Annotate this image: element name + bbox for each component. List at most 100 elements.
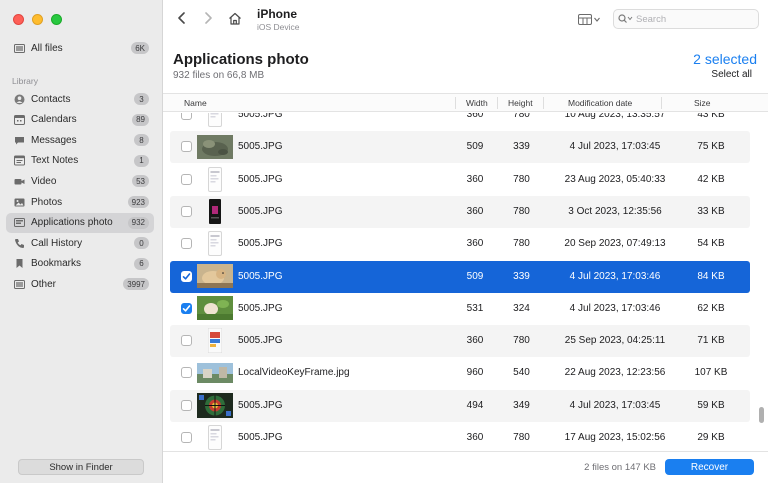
table-row[interactable]: 5005.JPG 360 780 25 Sep 2023, 04:25:11 71 KB	[170, 325, 750, 358]
row-checkbox[interactable]	[181, 113, 192, 120]
message-icon	[14, 135, 25, 146]
column-header-modification-date[interactable]: Modification date	[568, 98, 632, 108]
file-width: 531	[466, 302, 484, 314]
file-width: 960	[466, 367, 484, 379]
sidebar: All files 6K Library Contacts 3 Calendars 8…	[0, 0, 163, 483]
view-mode-button[interactable]	[578, 12, 604, 26]
file-height: 780	[513, 173, 530, 185]
row-checkbox[interactable]	[181, 399, 192, 411]
table-row[interactable]: 5005.JPG 360 780 23 Aug 2023, 05:40:33 42 KB	[170, 164, 750, 196]
sidebar-item-photos[interactable]: Photos 923	[6, 192, 154, 212]
column-header-size[interactable]: Size	[694, 98, 711, 108]
maximize-window-button[interactable]	[51, 14, 62, 25]
table-row[interactable]: 5005.JPG 509 339 4 Jul 2023, 17:03:45 75 KB	[170, 131, 750, 164]
sidebar-item-label: All files	[31, 42, 63, 54]
table-row[interactable]: 5005.JPG 360 780 20 Sep 2023, 07:49:13 54 KB	[170, 228, 750, 260]
sidebar-item-contacts[interactable]: Contacts 3	[6, 89, 154, 109]
file-modification-date: 22 Aug 2023, 12:23:56	[564, 367, 666, 379]
row-checkbox[interactable]	[181, 205, 192, 217]
count-badge: 6	[134, 257, 149, 270]
file-size: 43 KB	[697, 113, 725, 120]
file-name: 5005.JPG	[238, 238, 283, 250]
close-window-button[interactable]	[13, 14, 24, 25]
count-badge: 53	[132, 175, 149, 188]
file-size: 62 KB	[697, 302, 725, 314]
table-row[interactable]: 5005.JPG 360 780 10 Aug 2023, 13:35:57 43 KB	[170, 113, 750, 131]
count-badge: 923	[127, 196, 149, 208]
sidebar-item-label: Text Notes	[31, 155, 79, 167]
row-checkbox[interactable]	[181, 302, 192, 314]
table-row[interactable]: LocalVideoKeyFrame.jpg 960 540 22 Aug 2023,…	[170, 357, 750, 389]
count-badge: 0	[134, 237, 149, 250]
sidebar-item-calendars[interactable]: Calendars 89	[6, 110, 154, 130]
note-icon	[14, 155, 25, 166]
minimize-window-button[interactable]	[32, 14, 43, 25]
table-header: Name Width Height Modification date Size	[163, 93, 768, 112]
file-thumbnail	[197, 264, 233, 289]
row-checkbox[interactable]	[181, 270, 192, 282]
show-in-finder-button[interactable]: Show in Finder	[18, 459, 144, 475]
file-modification-date: 3 Oct 2023, 12:35:56	[568, 205, 662, 217]
photo-icon	[14, 197, 25, 208]
home-button[interactable]	[227, 10, 243, 26]
sidebar-item-video[interactable]: Video 53	[6, 171, 154, 191]
file-thumbnail	[197, 328, 233, 354]
file-height: 780	[513, 205, 530, 217]
row-checkbox[interactable]	[181, 173, 192, 185]
file-modification-date: 23 Aug 2023, 05:40:33	[564, 173, 666, 185]
sidebar-item-bookmarks[interactable]: Bookmarks 6	[6, 254, 154, 274]
file-height: 339	[513, 270, 530, 282]
sidebar-item-other[interactable]: Other 3997	[6, 274, 154, 294]
file-modification-date: 10 Aug 2023, 13:35:57	[564, 113, 666, 120]
table-row[interactable]: 5005.JPG 531 324 4 Jul 2023, 17:03:46 62 KB	[170, 293, 750, 325]
row-checkbox[interactable]	[181, 432, 192, 443]
table-row[interactable]: 5005.JPG 509 339 4 Jul 2023, 17:03:46 84 KB	[170, 260, 750, 293]
column-header-width[interactable]: Width	[466, 98, 488, 108]
search-field[interactable]: Search	[613, 9, 759, 29]
row-checkbox[interactable]	[181, 238, 192, 250]
file-thumbnail	[197, 392, 233, 418]
sidebar-item-text-notes[interactable]: Text Notes 1	[6, 151, 154, 171]
file-name: LocalVideoKeyFrame.jpg	[238, 367, 350, 379]
vertical-scrollbar[interactable]	[759, 407, 764, 423]
sidebar-item-label: Video	[31, 175, 57, 187]
file-name: 5005.JPG	[238, 113, 283, 120]
column-header-name[interactable]: Name	[184, 98, 207, 108]
sidebar-item-label: Contacts	[31, 93, 71, 105]
sidebar-item-messages[interactable]: Messages 8	[6, 130, 154, 150]
chevron-down-icon	[594, 17, 600, 22]
sidebar-item-applications-photo[interactable]: Applications photo 932	[6, 212, 154, 233]
forward-button[interactable]	[200, 10, 216, 26]
file-size: 107 KB	[694, 367, 728, 379]
file-modification-date: 4 Jul 2023, 17:03:45	[569, 399, 661, 411]
file-width: 360	[466, 113, 484, 120]
recover-button[interactable]: Recover	[665, 459, 754, 475]
table-row[interactable]: 5005.JPG 360 780 3 Oct 2023, 12:35:56 33 KB	[170, 195, 750, 228]
file-name: 5005.JPG	[238, 173, 283, 185]
row-checkbox[interactable]	[181, 141, 192, 153]
grid-view-icon	[578, 13, 592, 25]
column-header-height[interactable]: Height	[508, 98, 533, 108]
file-thumbnail	[197, 425, 233, 450]
row-checkbox[interactable]	[181, 367, 192, 379]
file-height: 540	[513, 367, 530, 379]
chevron-left-icon	[178, 12, 185, 24]
file-name: 5005.JPG	[238, 141, 283, 153]
sidebar-item-label: Messages	[31, 134, 77, 146]
file-height: 339	[513, 141, 530, 153]
device-name: iPhone	[257, 7, 298, 21]
back-button[interactable]	[174, 10, 190, 26]
table-row[interactable]: 5005.JPG 360 780 17 Aug 2023, 15:02:56 29 KB	[170, 422, 750, 451]
column-divider	[497, 97, 498, 109]
sidebar-item-all-files[interactable]: All files 6K	[6, 38, 154, 58]
row-checkbox[interactable]	[181, 335, 192, 347]
count-badge: 6K	[131, 42, 149, 54]
file-thumbnail	[197, 231, 233, 257]
table-row[interactable]: 5005.JPG 494 349 4 Jul 2023, 17:03:45 59 KB	[170, 389, 750, 422]
sidebar-item-call-history[interactable]: Call History 0	[6, 233, 154, 253]
file-name: 5005.JPG	[238, 270, 283, 282]
file-height: 324	[513, 302, 530, 314]
chevron-right-icon	[205, 12, 212, 24]
file-name: 5005.JPG	[238, 335, 283, 347]
select-all-link[interactable]: Select all	[711, 69, 752, 80]
